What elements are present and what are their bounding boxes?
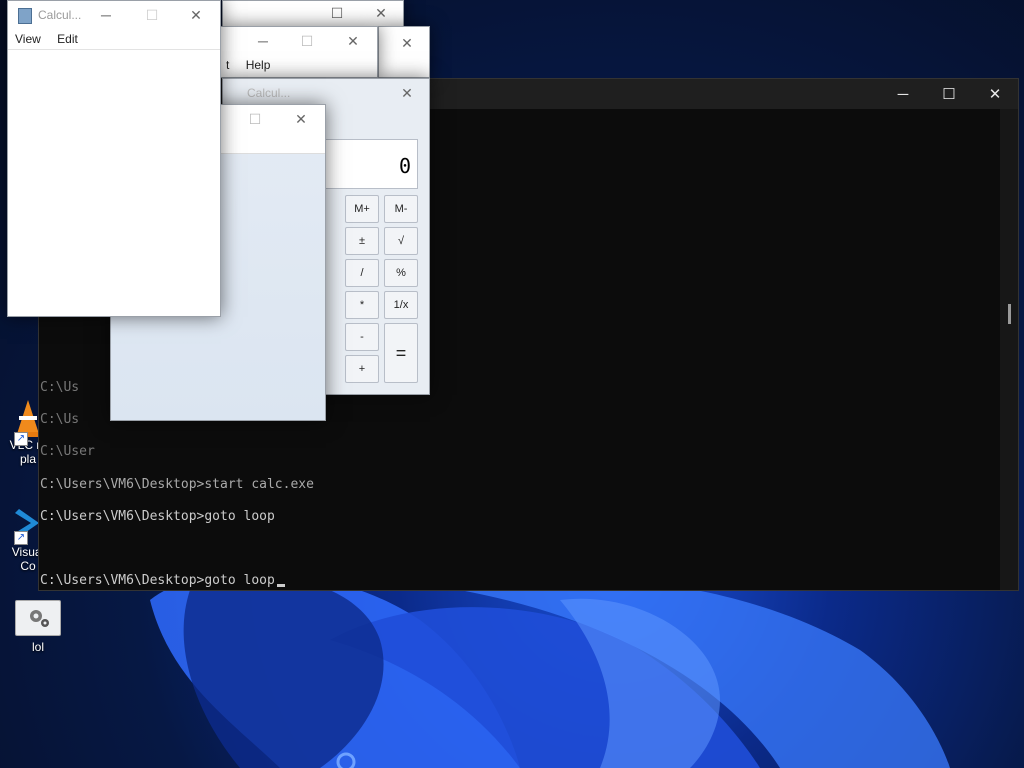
key-divide[interactable]: / [345, 259, 379, 287]
text-cursor [276, 584, 285, 587]
settings-gear-icon [15, 600, 61, 636]
close-button[interactable]: ✕ [385, 79, 429, 107]
desktop-icon-label: lol [31, 640, 44, 654]
calculator-display: 0 [323, 139, 418, 189]
close-button[interactable]: ✕ [174, 1, 218, 29]
close-button[interactable]: ✕ [385, 29, 429, 57]
console-line: C:\User [40, 444, 95, 459]
close-button[interactable]: ✕ [972, 79, 1018, 109]
key-equals[interactable]: = [384, 323, 418, 383]
minimize-button[interactable]: ─ [241, 27, 285, 55]
calculator-window-front[interactable]: Calcul... ─ ☐ ✕ View Edit [7, 0, 221, 317]
display-value: 0 [398, 154, 411, 178]
maximize-button[interactable]: ☐ [130, 1, 174, 29]
close-button[interactable]: ✕ [359, 0, 403, 27]
console-line: C:\Us [40, 380, 80, 395]
calculator-window-mid[interactable]: ─ ☐ ✕ t Help [218, 26, 378, 78]
console-line: C:\Us [40, 412, 80, 427]
close-button[interactable]: ✕ [279, 105, 323, 133]
menu-item-partial[interactable]: t [226, 58, 229, 72]
window-title: Calcul... [247, 86, 291, 100]
window-title: Calcul... [38, 8, 82, 22]
menu-item-view[interactable]: View [15, 32, 41, 46]
console-line: C:\Users\VM6\Desktop>goto loop [40, 509, 275, 524]
key-minus[interactable]: - [345, 323, 379, 351]
key-plus-minus[interactable]: ± [345, 227, 379, 255]
maximize-button[interactable]: ☐ [926, 79, 972, 109]
scrollbar-thumb[interactable] [1008, 304, 1011, 324]
minimize-button[interactable]: ─ [880, 79, 926, 109]
menu-bar: t Help [219, 55, 377, 75]
console-prompt-line: C:\Users\VM6\Desktop>goto loop [40, 573, 285, 588]
shortcut-arrow-icon: ↗ [14, 531, 28, 545]
desktop-icon-lol[interactable]: lol [10, 600, 66, 654]
key-plus[interactable]: + [345, 355, 379, 383]
shortcut-arrow-icon: ↗ [14, 432, 28, 446]
key-m-minus[interactable]: M- [384, 195, 418, 223]
key-sqrt[interactable]: √ [384, 227, 418, 255]
calculator-window-back-2[interactable]: ✕ [378, 26, 430, 78]
menu-bar: View Edit [8, 29, 220, 50]
maximize-button[interactable]: ☐ [315, 0, 359, 27]
calculator-app-icon [18, 8, 32, 24]
console-scrollbar[interactable] [1000, 109, 1018, 590]
console-line: C:\Users\VM6\Desktop>start calc.exe [40, 477, 314, 492]
calculator-window-back-1[interactable]: ☐ ✕ [222, 0, 404, 29]
key-percent[interactable]: % [384, 259, 418, 287]
minimize-button[interactable]: ─ [84, 1, 128, 29]
key-reciprocal[interactable]: 1/x [384, 291, 418, 319]
menu-item-edit[interactable]: Edit [57, 32, 78, 46]
menu-item-help[interactable]: Help [246, 58, 271, 72]
key-multiply[interactable]: * [345, 291, 379, 319]
maximize-button[interactable]: ☐ [285, 27, 329, 55]
key-m-plus[interactable]: M+ [345, 195, 379, 223]
maximize-button[interactable]: ☐ [233, 105, 277, 133]
close-button[interactable]: ✕ [331, 27, 375, 55]
